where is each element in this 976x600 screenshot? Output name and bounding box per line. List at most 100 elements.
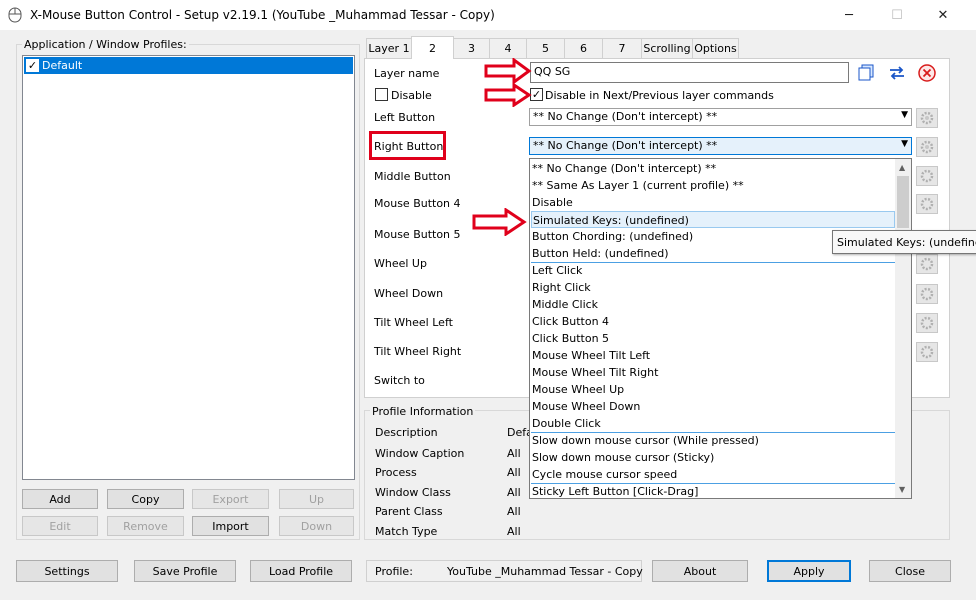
dropdown-item[interactable]: ** Same As Layer 1 (current profile) ** [531,177,744,194]
dropdown-item[interactable]: Button Held: (undefined) [531,245,669,262]
dropdown-item[interactable]: Sticky Left Button [Click-Drag] [531,483,698,498]
settings-button[interactable]: Settings [16,560,118,582]
export-profile-button[interactable]: Export [192,489,269,509]
swap-layer-button[interactable] [886,63,908,83]
current-profile-name: YouTube _Muhammad Tessar - Copy [447,565,643,578]
left-button-settings[interactable] [916,108,938,128]
close-button[interactable]: Close [869,560,951,582]
scrollbar-thumb[interactable] [897,176,909,228]
left-button-label: Left Button [374,111,436,124]
close-icon: ✕ [937,7,949,23]
layer-name-label: Layer name [374,67,440,80]
tab-layer-4[interactable]: 4 [489,38,527,58]
minimize-button[interactable]: ─ [826,0,872,30]
profiles-list[interactable]: ✓ Default [22,55,355,480]
info-window-caption-value: All [507,447,521,460]
gear-icon [920,169,934,183]
profile-label-default: Default [42,59,83,72]
main-window: X-Mouse Button Control - Setup v2.19.1 (… [0,0,976,600]
profile-row-default[interactable]: ✓ Default [24,57,353,74]
add-profile-button[interactable]: Add [22,489,98,509]
maximize-icon: ☐ [891,7,903,23]
disable-layer-checkbox[interactable] [375,88,388,101]
apply-button[interactable]: Apply [767,560,851,582]
disable-label: Disable [391,89,432,102]
move-down-button[interactable]: Down [279,516,354,536]
remove-profile-button[interactable]: Remove [107,516,184,536]
info-process-value: All [507,466,521,479]
tab-layer-7[interactable]: 7 [602,38,642,58]
about-button[interactable]: About [652,560,748,582]
tilt-wheel-right-label: Tilt Wheel Right [374,345,462,358]
info-process-label: Process [375,466,417,479]
dropdown-item[interactable]: Mouse Wheel Up [531,381,624,398]
app-mouse-icon [8,7,22,23]
right-button-settings[interactable] [916,137,938,157]
info-window-class-label: Window Class [375,486,451,499]
dropdown-item[interactable]: Click Button 5 [531,330,609,347]
mouse-button-5-label: Mouse Button 5 [374,228,461,241]
annotation-box-right-button [369,131,446,160]
copy-layer-button[interactable] [856,63,878,83]
dropdown-item[interactable]: Mouse Wheel Tilt Right [531,364,658,381]
dropdown-item[interactable]: ** No Change (Don't intercept) ** [531,160,716,177]
mouse-button-4-settings[interactable] [916,194,938,214]
right-button-combo[interactable]: ** No Change (Don't intercept) ** ▼ [529,137,912,155]
layer-name-input[interactable]: QQ SG [530,62,849,83]
dropdown-item[interactable]: Right Click [531,279,591,296]
tilt-left-settings[interactable] [916,313,938,333]
wheel-down-settings[interactable] [916,284,938,304]
clear-layer-button[interactable] [916,62,938,84]
tab-scrolling[interactable]: Scrolling [641,38,693,58]
profile-checkbox-default[interactable]: ✓ [26,59,39,72]
dropdown-item[interactable]: Button Chording: (undefined) [531,228,693,245]
tab-layer-5[interactable]: 5 [526,38,565,58]
maximize-button[interactable]: ☐ [874,0,920,30]
move-up-button[interactable]: Up [279,489,354,509]
dropdown-item[interactable]: Middle Click [531,296,598,313]
tab-layer-2[interactable]: 2 [411,36,454,59]
scroll-up-icon[interactable]: ▲ [899,163,905,172]
tab-layer-6[interactable]: 6 [564,38,603,58]
dropdown-item-highlighted[interactable]: Simulated Keys: (undefined) [531,211,895,228]
scroll-down-icon[interactable]: ▼ [899,485,905,494]
dropdown-item[interactable]: Double Click [531,415,601,432]
annotation-arrow-icon [484,58,532,84]
title-bar: X-Mouse Button Control - Setup v2.19.1 (… [0,0,976,30]
right-button-dropdown-list[interactable]: ** No Change (Don't intercept) ** ** Sam… [529,158,912,499]
profile-caption: Profile: [375,565,413,578]
close-window-button[interactable]: ✕ [920,0,966,30]
edit-profile-button[interactable]: Edit [22,516,98,536]
gear-icon [920,257,934,271]
dropdown-item[interactable]: Left Click [531,262,582,279]
dropdown-item[interactable]: Cycle mouse cursor speed [531,466,677,483]
info-description-label: Description [375,426,438,439]
chevron-down-icon: ▼ [901,110,908,120]
tab-layer-1[interactable]: Layer 1 [366,38,412,58]
dropdown-item[interactable]: Disable [531,194,573,211]
tilt-right-settings[interactable] [916,342,938,362]
dropdown-item[interactable]: Click Button 4 [531,313,609,330]
import-profile-button[interactable]: Import [192,516,269,536]
tab-layer-3[interactable]: 3 [453,38,490,58]
dropdown-item[interactable]: Mouse Wheel Down [531,398,640,415]
middle-button-settings[interactable] [916,166,938,186]
dropdown-item[interactable]: Slow down mouse cursor (Sticky) [531,449,714,466]
middle-button-label: Middle Button [374,170,451,183]
dropdown-item[interactable]: Slow down mouse cursor (While pressed) [531,432,759,449]
dropdown-item[interactable]: Mouse Wheel Tilt Left [531,347,650,364]
save-profile-button[interactable]: Save Profile [134,560,236,582]
info-parent-class-label: Parent Class [375,505,443,518]
load-profile-button[interactable]: Load Profile [250,560,352,582]
info-match-type-value: All [507,525,521,538]
mouse-button-4-label: Mouse Button 4 [374,197,461,210]
wheel-up-settings[interactable] [916,254,938,274]
left-button-combo[interactable]: ** No Change (Don't intercept) ** ▼ [529,108,912,126]
left-button-value: ** No Change (Don't intercept) ** [533,110,718,123]
tilt-wheel-left-label: Tilt Wheel Left [374,316,453,329]
profiles-group-label: Application / Window Profiles: [22,38,189,51]
copy-profile-button[interactable]: Copy [107,489,184,509]
tab-options[interactable]: Options [692,38,739,58]
dropdown-scrollbar[interactable]: ▲ ▼ [895,159,911,498]
swap-arrows-icon [890,66,904,80]
